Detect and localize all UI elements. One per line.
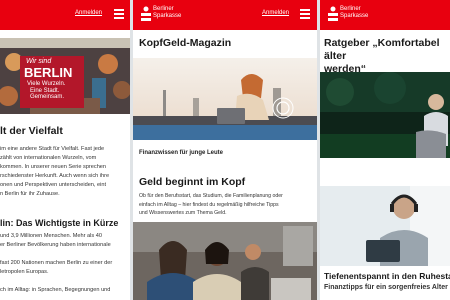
login-link[interactable]: Anmelden (262, 10, 289, 16)
top-bar: Berliner Sparkasse Anmelden (133, 0, 317, 30)
intro-text: im eine andere Stadt für Vielfalt. Fast … (0, 146, 110, 197)
section-title: lt der Vielfalt (0, 125, 63, 137)
hero-image-elderly-couple (320, 72, 450, 158)
page-panel-kopfgeld: Berliner Sparkasse Anmelden KopfGeld-Maga… (133, 0, 317, 300)
facts-text: und 3,9 Millionen Menschen. Mehr als 40 e… (0, 233, 113, 293)
menu-icon[interactable] (300, 9, 310, 19)
top-bar: Anmelden (0, 0, 130, 30)
brand-name: Berliner Sparkasse (153, 6, 182, 19)
hero-image-laptop-woman (133, 58, 317, 140)
section-text: Ob für den Berufsstart, das Studium, die… (139, 193, 283, 216)
article-photo (320, 186, 450, 266)
article-subtitle: Finanztipps für ein sorgenfreies Alter (324, 284, 448, 291)
section-title: Geld beginnt im Kopf (139, 176, 246, 188)
menu-icon[interactable] (114, 9, 124, 19)
students-photo (133, 222, 317, 300)
page-panel-vielfalt: Anmelden Wir sind BERLIN Viele Wurzeln. … (0, 0, 130, 300)
top-bar: Berliner Sparkasse (320, 0, 450, 30)
hero-photo (133, 58, 317, 140)
page-title: KopfGeld-Magazin (139, 37, 232, 49)
page-panel-ratgeber: Berliner Sparkasse Ratgeber „Komfortabel … (320, 0, 450, 300)
tagline: Finanzwissen für junge Leute (139, 150, 224, 156)
art-text-2: BERLIN (24, 65, 73, 80)
art-text-5: Gemeinsam. (30, 94, 65, 100)
login-link[interactable]: Anmelden (75, 10, 102, 16)
hero-photo (320, 72, 450, 158)
students-image (133, 222, 317, 300)
man-with-headphones-image (320, 186, 450, 266)
facts-subtitle: lin: Das Wichtigste in Kürze (0, 218, 119, 228)
page-title: Ratgeber „Komfortabel älter werden“ (324, 37, 440, 75)
brand-name: Berliner Sparkasse (340, 6, 369, 19)
article-title[interactable]: Tiefenentspannt in den Ruhestan (324, 271, 450, 281)
hero-image-wall-art: Wir sind BERLIN Viele Wurzeln. Eine Stad… (0, 38, 130, 114)
